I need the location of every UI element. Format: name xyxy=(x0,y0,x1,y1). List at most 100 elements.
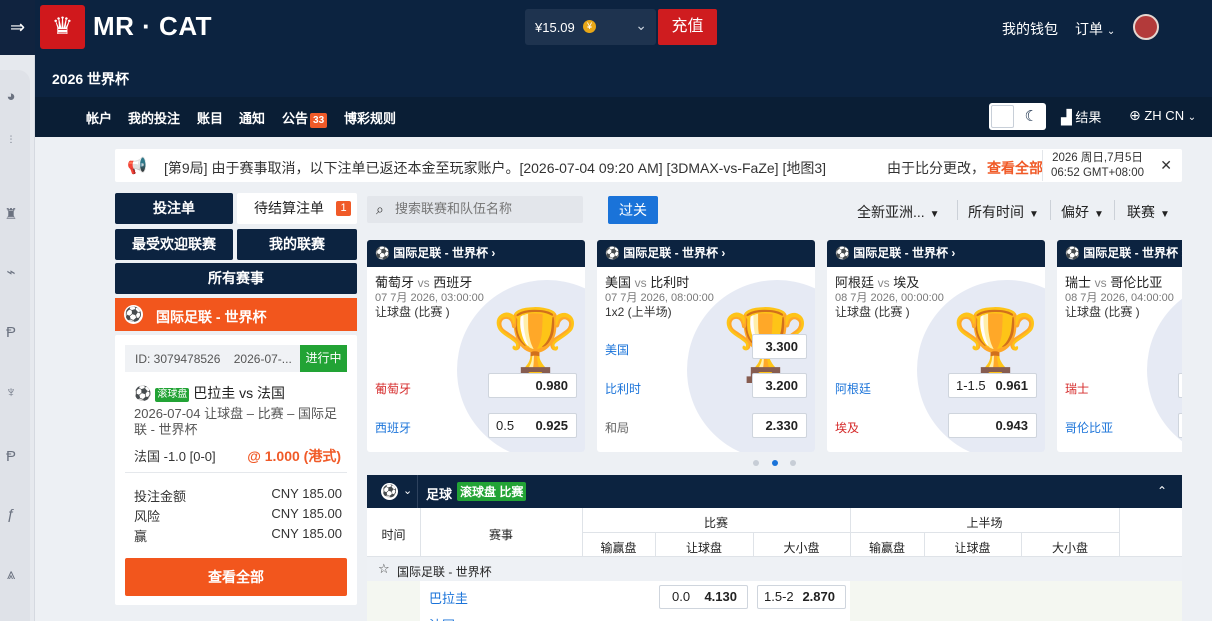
search-input[interactable] xyxy=(395,201,575,216)
p-sport-icon[interactable]: Ᵽ xyxy=(0,322,22,344)
sport-table-header: ⚽ ⌄ 足球 滚球盘 比赛 ⌃ xyxy=(367,475,1182,508)
table-row: 巴拉圭 法国 0.0 4.130 1.5-2 2.870 xyxy=(367,581,1182,621)
carousel-dot[interactable] xyxy=(753,460,759,466)
brand-name[interactable]: MR · CAT xyxy=(93,11,212,42)
home-team: 瑞士 xyxy=(1065,275,1092,290)
dota-icon[interactable]: ♆ xyxy=(0,382,22,404)
odds-button[interactable]: 1-1.5 0.961 xyxy=(948,373,1037,398)
time-line: 06:52 GMT+08:00 xyxy=(1050,167,1145,179)
carousel-pagination xyxy=(753,460,803,468)
preferences-dropdown[interactable]: 偏好 ▼ xyxy=(1061,202,1104,222)
card-league-header[interactable]: ⚽ 国际足联 - 世界杯 › xyxy=(597,240,815,267)
odds-button[interactable] xyxy=(1178,373,1182,398)
leagues-dropdown[interactable]: 联赛 ▼ xyxy=(1127,202,1170,222)
odds-type-dropdown[interactable]: 全新亚洲... ▼ xyxy=(857,202,940,222)
main-nav: 帐户 我的投注 账目 通知 公告 33 博彩规则 ☾ ▟ 结果 ⊕ ZH CN ⌄ xyxy=(35,97,1212,137)
handicap-line: 0.0 xyxy=(672,589,691,604)
card-league-header[interactable]: ⚽ 国际足联 - 世界杯 › xyxy=(367,240,585,267)
status-badge: 进行中 xyxy=(300,345,347,372)
popular-leagues-button[interactable]: 最受欢迎联赛 xyxy=(115,229,233,260)
bet-id: ID: 3079478526 2026-07-... xyxy=(135,352,292,366)
win-label: 赢 xyxy=(134,529,148,544)
my-leagues-button[interactable]: 我的联赛 xyxy=(237,229,357,260)
coin-icon: ¥ xyxy=(583,20,596,33)
search-icon: ⌕ xyxy=(376,201,384,217)
chevron-right-icon: › xyxy=(721,246,726,260)
odds-button[interactable]: 0.943 xyxy=(948,413,1037,438)
selection-label: 瑞士 xyxy=(1065,382,1090,396)
all-events-button[interactable]: 所有赛事 xyxy=(115,263,357,294)
odds-button[interactable]: 0.5 0.925 xyxy=(488,413,577,438)
sport-rail-background xyxy=(0,70,30,621)
balance-dropdown[interactable]: ¥15.09 ¥ ⌄ xyxy=(525,9,656,45)
divider xyxy=(125,472,347,473)
away-team: 哥伦比亚 xyxy=(1110,275,1163,290)
col-event: 赛事 xyxy=(488,528,513,542)
cat-logo-icon[interactable]: ♛ xyxy=(40,5,85,49)
caret-down-icon: ▼ xyxy=(1029,209,1039,220)
orders-dropdown[interactable]: 订单 ⌄ xyxy=(1075,19,1115,39)
parlay-button[interactable]: 过关 xyxy=(608,196,658,224)
p-game-icon[interactable]: Ᵽ xyxy=(0,446,22,468)
odds-button[interactable]: 2.330 xyxy=(752,413,807,438)
nav-announcements[interactable]: 公告 33 xyxy=(282,108,328,128)
star-icon[interactable]: ☆ xyxy=(378,561,390,577)
group-full-match: 比赛 xyxy=(703,516,728,530)
chevron-up-icon[interactable]: ⌃ xyxy=(1157,484,1167,498)
nav-betting-rules[interactable]: 博彩规则 xyxy=(344,108,396,127)
away-team-link[interactable]: 法国 xyxy=(429,615,455,621)
carousel-dot-active[interactable] xyxy=(772,460,778,466)
tab-betslip[interactable]: 投注单 xyxy=(115,193,233,224)
odds-line: 1-1.5 xyxy=(956,378,986,393)
featured-matches-carousel: 🏆 ⚽ 国际足联 - 世界杯 › 葡萄牙 vs 西班牙 07 7月 2026, … xyxy=(367,240,1182,452)
language-dropdown[interactable]: ⊕ ZH CN ⌄ xyxy=(1129,107,1196,124)
results-link[interactable]: ▟ 结果 xyxy=(1061,107,1101,126)
esports-icon[interactable]: ⌁ xyxy=(0,262,22,284)
nba-icon[interactable]: ⋮ xyxy=(0,128,22,150)
soccer-ball-icon[interactable]: ⚽ xyxy=(381,483,398,500)
odds-button[interactable] xyxy=(1178,413,1182,438)
view-all-announcements-link[interactable]: 查看全部 xyxy=(981,158,1043,178)
time-dropdown[interactable]: 所有时间 ▼ xyxy=(968,202,1039,222)
live-mode-tag: 滚球盘 比赛 xyxy=(457,482,527,501)
collapse-icon[interactable]: ⇒ xyxy=(0,0,35,55)
odds-button[interactable]: 3.300 xyxy=(752,334,807,359)
win-value: CNY 185.00 xyxy=(271,526,342,541)
divider xyxy=(582,532,1119,533)
divider xyxy=(957,200,958,220)
over-under-odds-button[interactable]: 1.5-2 2.870 xyxy=(757,585,846,609)
odds-button[interactable]: 3.200 xyxy=(752,373,807,398)
avatar[interactable] xyxy=(1133,14,1159,40)
view-all-bets-button[interactable]: 查看全部 xyxy=(125,558,347,596)
basketball-icon[interactable]: ◕ xyxy=(0,86,22,108)
nav-my-bets[interactable]: 我的投注 xyxy=(128,108,180,127)
nav-notifications[interactable]: 通知 xyxy=(239,108,265,127)
chevron-down-icon[interactable]: ⌄ xyxy=(403,484,412,497)
odds-value: 0.961 xyxy=(995,378,1028,393)
divider xyxy=(1114,200,1115,220)
close-icon[interactable]: ✕ xyxy=(1160,157,1172,174)
handicap-odds-button[interactable]: 0.0 4.130 xyxy=(659,585,748,609)
search-box[interactable]: ⌕ xyxy=(367,196,583,223)
card-league-header[interactable]: ⚽ 国际足联 - 世界杯 › xyxy=(1057,240,1182,267)
odds-button[interactable]: 0.980 xyxy=(488,373,577,398)
fifa-icon[interactable]: ƒ xyxy=(0,504,22,526)
theme-toggle[interactable]: ☾ xyxy=(989,103,1046,130)
league-header[interactable]: ⚽ 国际足联 - 世界杯 xyxy=(115,298,357,331)
mix-sport-icon[interactable]: ⩓ xyxy=(0,564,22,586)
nav-statement[interactable]: 账目 xyxy=(197,108,223,127)
nav-account[interactable]: 帐户 xyxy=(86,108,112,127)
home-team-link[interactable]: 巴拉圭 xyxy=(429,588,468,607)
card-league-header[interactable]: ⚽ 国际足联 - 世界杯 › xyxy=(827,240,1045,267)
league-group-row[interactable]: ☆ 国际足联 - 世界杯 xyxy=(367,557,1182,581)
recharge-button[interactable]: 充值 xyxy=(658,9,717,45)
selection-label: 西班牙 xyxy=(375,421,412,435)
col-1x2: 输赢盘 xyxy=(600,541,637,555)
ice-hockey-icon[interactable]: ♜ xyxy=(0,204,22,226)
odds-value: 3.200 xyxy=(765,378,798,393)
selection-label: 和局 xyxy=(605,421,630,435)
megaphone-icon: 📢 xyxy=(127,158,147,175)
my-wallet-link[interactable]: 我的钱包 xyxy=(1002,19,1058,39)
carousel-dot[interactable] xyxy=(790,460,796,466)
vs-label: vs xyxy=(417,276,430,290)
